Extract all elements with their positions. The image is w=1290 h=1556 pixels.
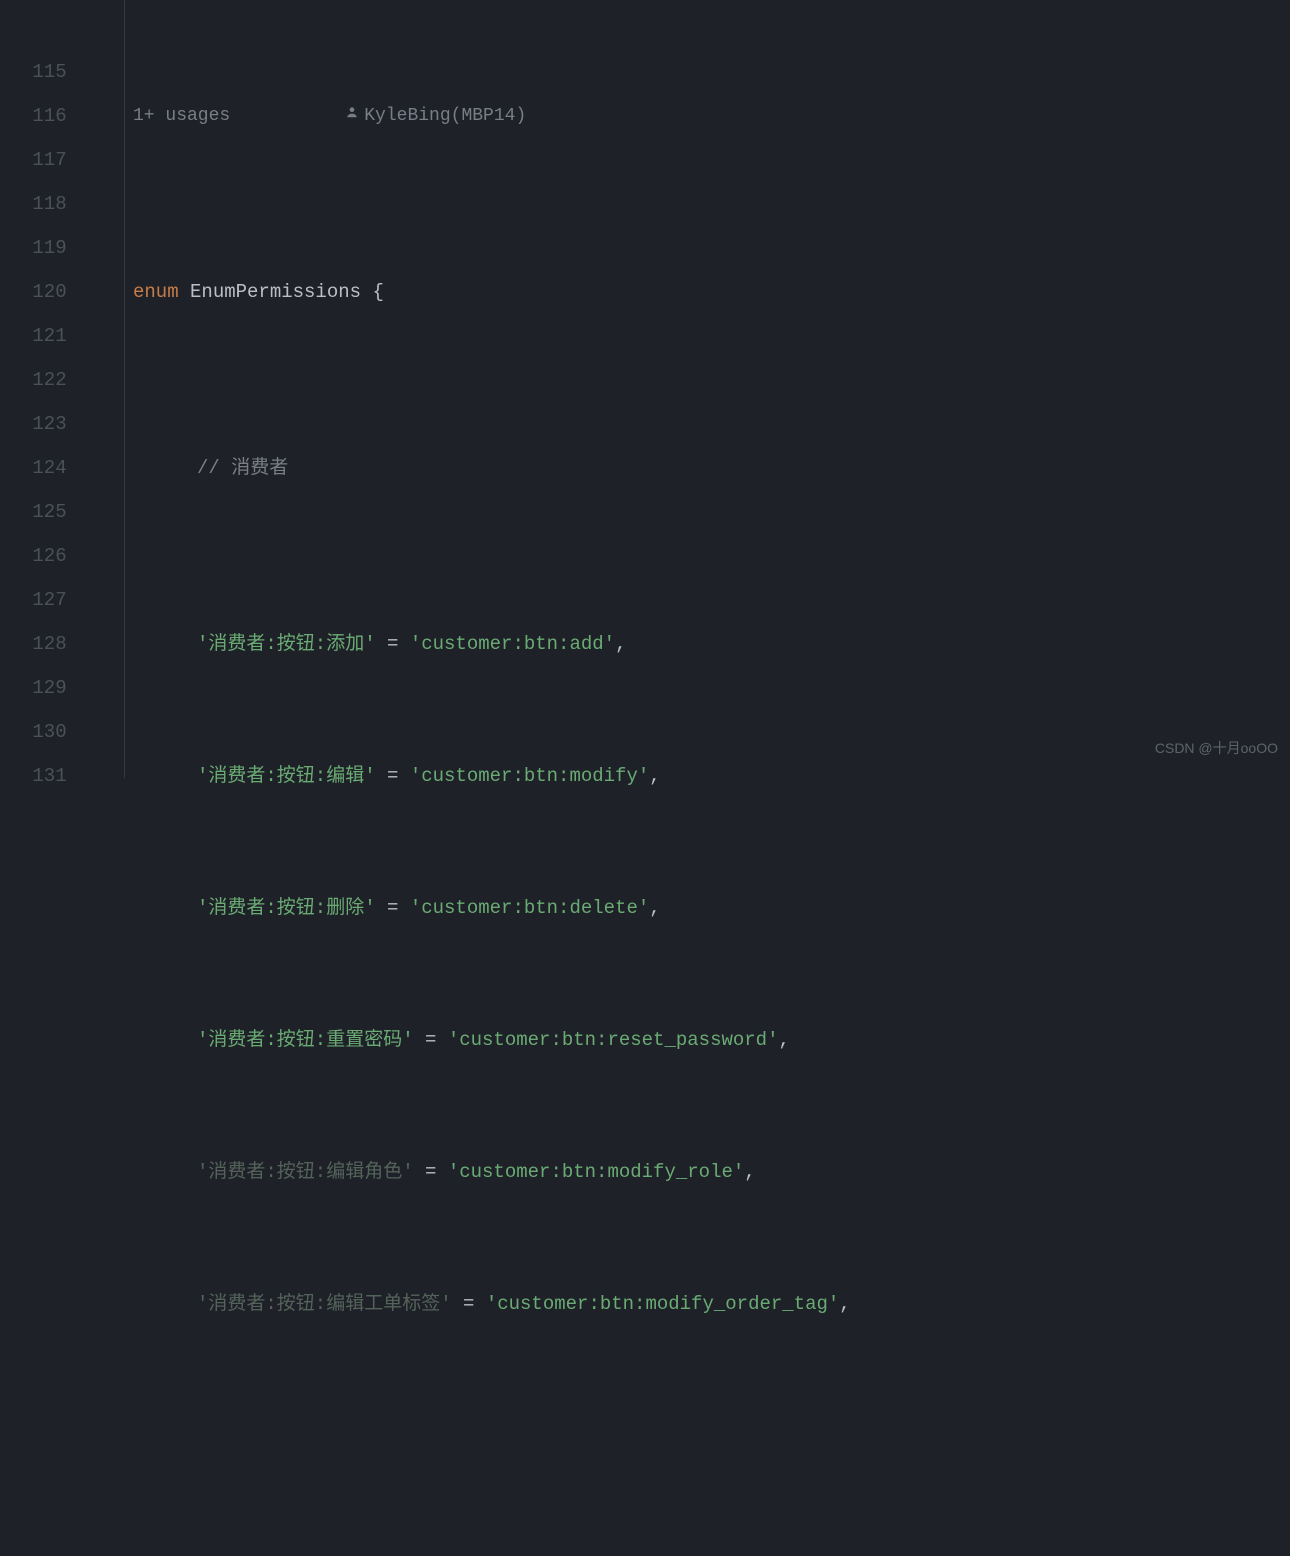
comma: , (649, 897, 660, 919)
code-line[interactable]: '消费者:按钮:编辑' = 'customer:btn:modify', (125, 754, 1290, 798)
code-content[interactable]: 1+ usages KyleBing(MBP14) enum EnumPermi… (125, 0, 1290, 778)
person-icon (255, 50, 359, 182)
line-number: 126 (0, 534, 124, 578)
equals: = (376, 897, 410, 919)
line-number: 118 (0, 182, 124, 226)
author-name: KyleBing(MBP14) (364, 94, 526, 138)
enum-identifier: EnumPermissions (190, 281, 361, 303)
line-number: 127 (0, 578, 124, 622)
equals: = (452, 1293, 486, 1315)
enum-key: '消费者:按钮:重置密码' (197, 1029, 414, 1051)
line-number: 124 (0, 446, 124, 490)
line-number: 123 (0, 402, 124, 446)
inlay-hints: 1+ usages KyleBing(MBP14) (125, 94, 1290, 138)
comma: , (615, 633, 626, 655)
line-number: 122 (0, 358, 124, 402)
enum-value: 'customer:btn:modify' (410, 765, 649, 787)
enum-value: 'customer:btn:modify_role' (448, 1161, 744, 1183)
enum-key: '消费者:按钮:编辑工单标签' (197, 1293, 452, 1315)
line-number: 131 (0, 754, 124, 798)
line-number: 130 (0, 710, 124, 754)
code-line[interactable]: '消费者:按钮:删除' = 'customer:btn:delete', (125, 886, 1290, 930)
line-number: 117 (0, 138, 124, 182)
code-line[interactable]: '消费者:按钮:添加' = 'customer:btn:add', (125, 622, 1290, 666)
watermark: CSDN @十月ooOO (1155, 726, 1278, 770)
comma: , (744, 1161, 755, 1183)
code-line[interactable]: '消费者:按钮:编辑工单标签' = 'customer:btn:modify_o… (125, 1282, 1290, 1326)
line-number: 115 (0, 50, 124, 94)
line-number: 129 (0, 666, 124, 710)
code-line[interactable]: // 消费者 (125, 446, 1290, 490)
equals: = (376, 765, 410, 787)
line-number: 121 (0, 314, 124, 358)
comma: , (778, 1029, 789, 1051)
code-editor[interactable]: 115 116 117 118 119 120 121 122 123 124 … (0, 0, 1290, 778)
usages-hint[interactable]: 1+ usages (133, 94, 230, 138)
enum-value: 'customer:btn:delete' (410, 897, 649, 919)
enum-value: 'customer:btn:add' (410, 633, 615, 655)
brace-open: { (372, 281, 383, 303)
equals: = (414, 1029, 448, 1051)
code-line[interactable] (125, 1458, 1290, 1502)
line-number: 120 (0, 270, 124, 314)
enum-key: '消费者:按钮:编辑角色' (197, 1161, 414, 1183)
code-line[interactable]: '消费者:按钮:编辑角色' = 'customer:btn:modify_rol… (125, 1150, 1290, 1194)
author-hint[interactable]: KyleBing(MBP14) (255, 50, 526, 182)
equals: = (414, 1161, 448, 1183)
line-number: 116 (0, 94, 124, 138)
comma: , (649, 765, 660, 787)
equals: = (376, 633, 410, 655)
keyword-enum: enum (133, 281, 179, 303)
gutter: 115 116 117 118 119 120 121 122 123 124 … (0, 0, 125, 778)
enum-value: 'customer:btn:modify_order_tag' (486, 1293, 839, 1315)
enum-key: '消费者:按钮:添加' (197, 633, 376, 655)
line-number: 119 (0, 226, 124, 270)
enum-key: '消费者:按钮:删除' (197, 897, 376, 919)
enum-value: 'customer:btn:reset_password' (448, 1029, 779, 1051)
line-number: 128 (0, 622, 124, 666)
code-line[interactable]: enum EnumPermissions { (125, 270, 1290, 314)
comma: , (839, 1293, 850, 1315)
comment: // 消费者 (197, 457, 288, 479)
line-number: 125 (0, 490, 124, 534)
enum-key: '消费者:按钮:编辑' (197, 765, 376, 787)
code-line[interactable]: '消费者:按钮:重置密码' = 'customer:btn:reset_pass… (125, 1018, 1290, 1062)
